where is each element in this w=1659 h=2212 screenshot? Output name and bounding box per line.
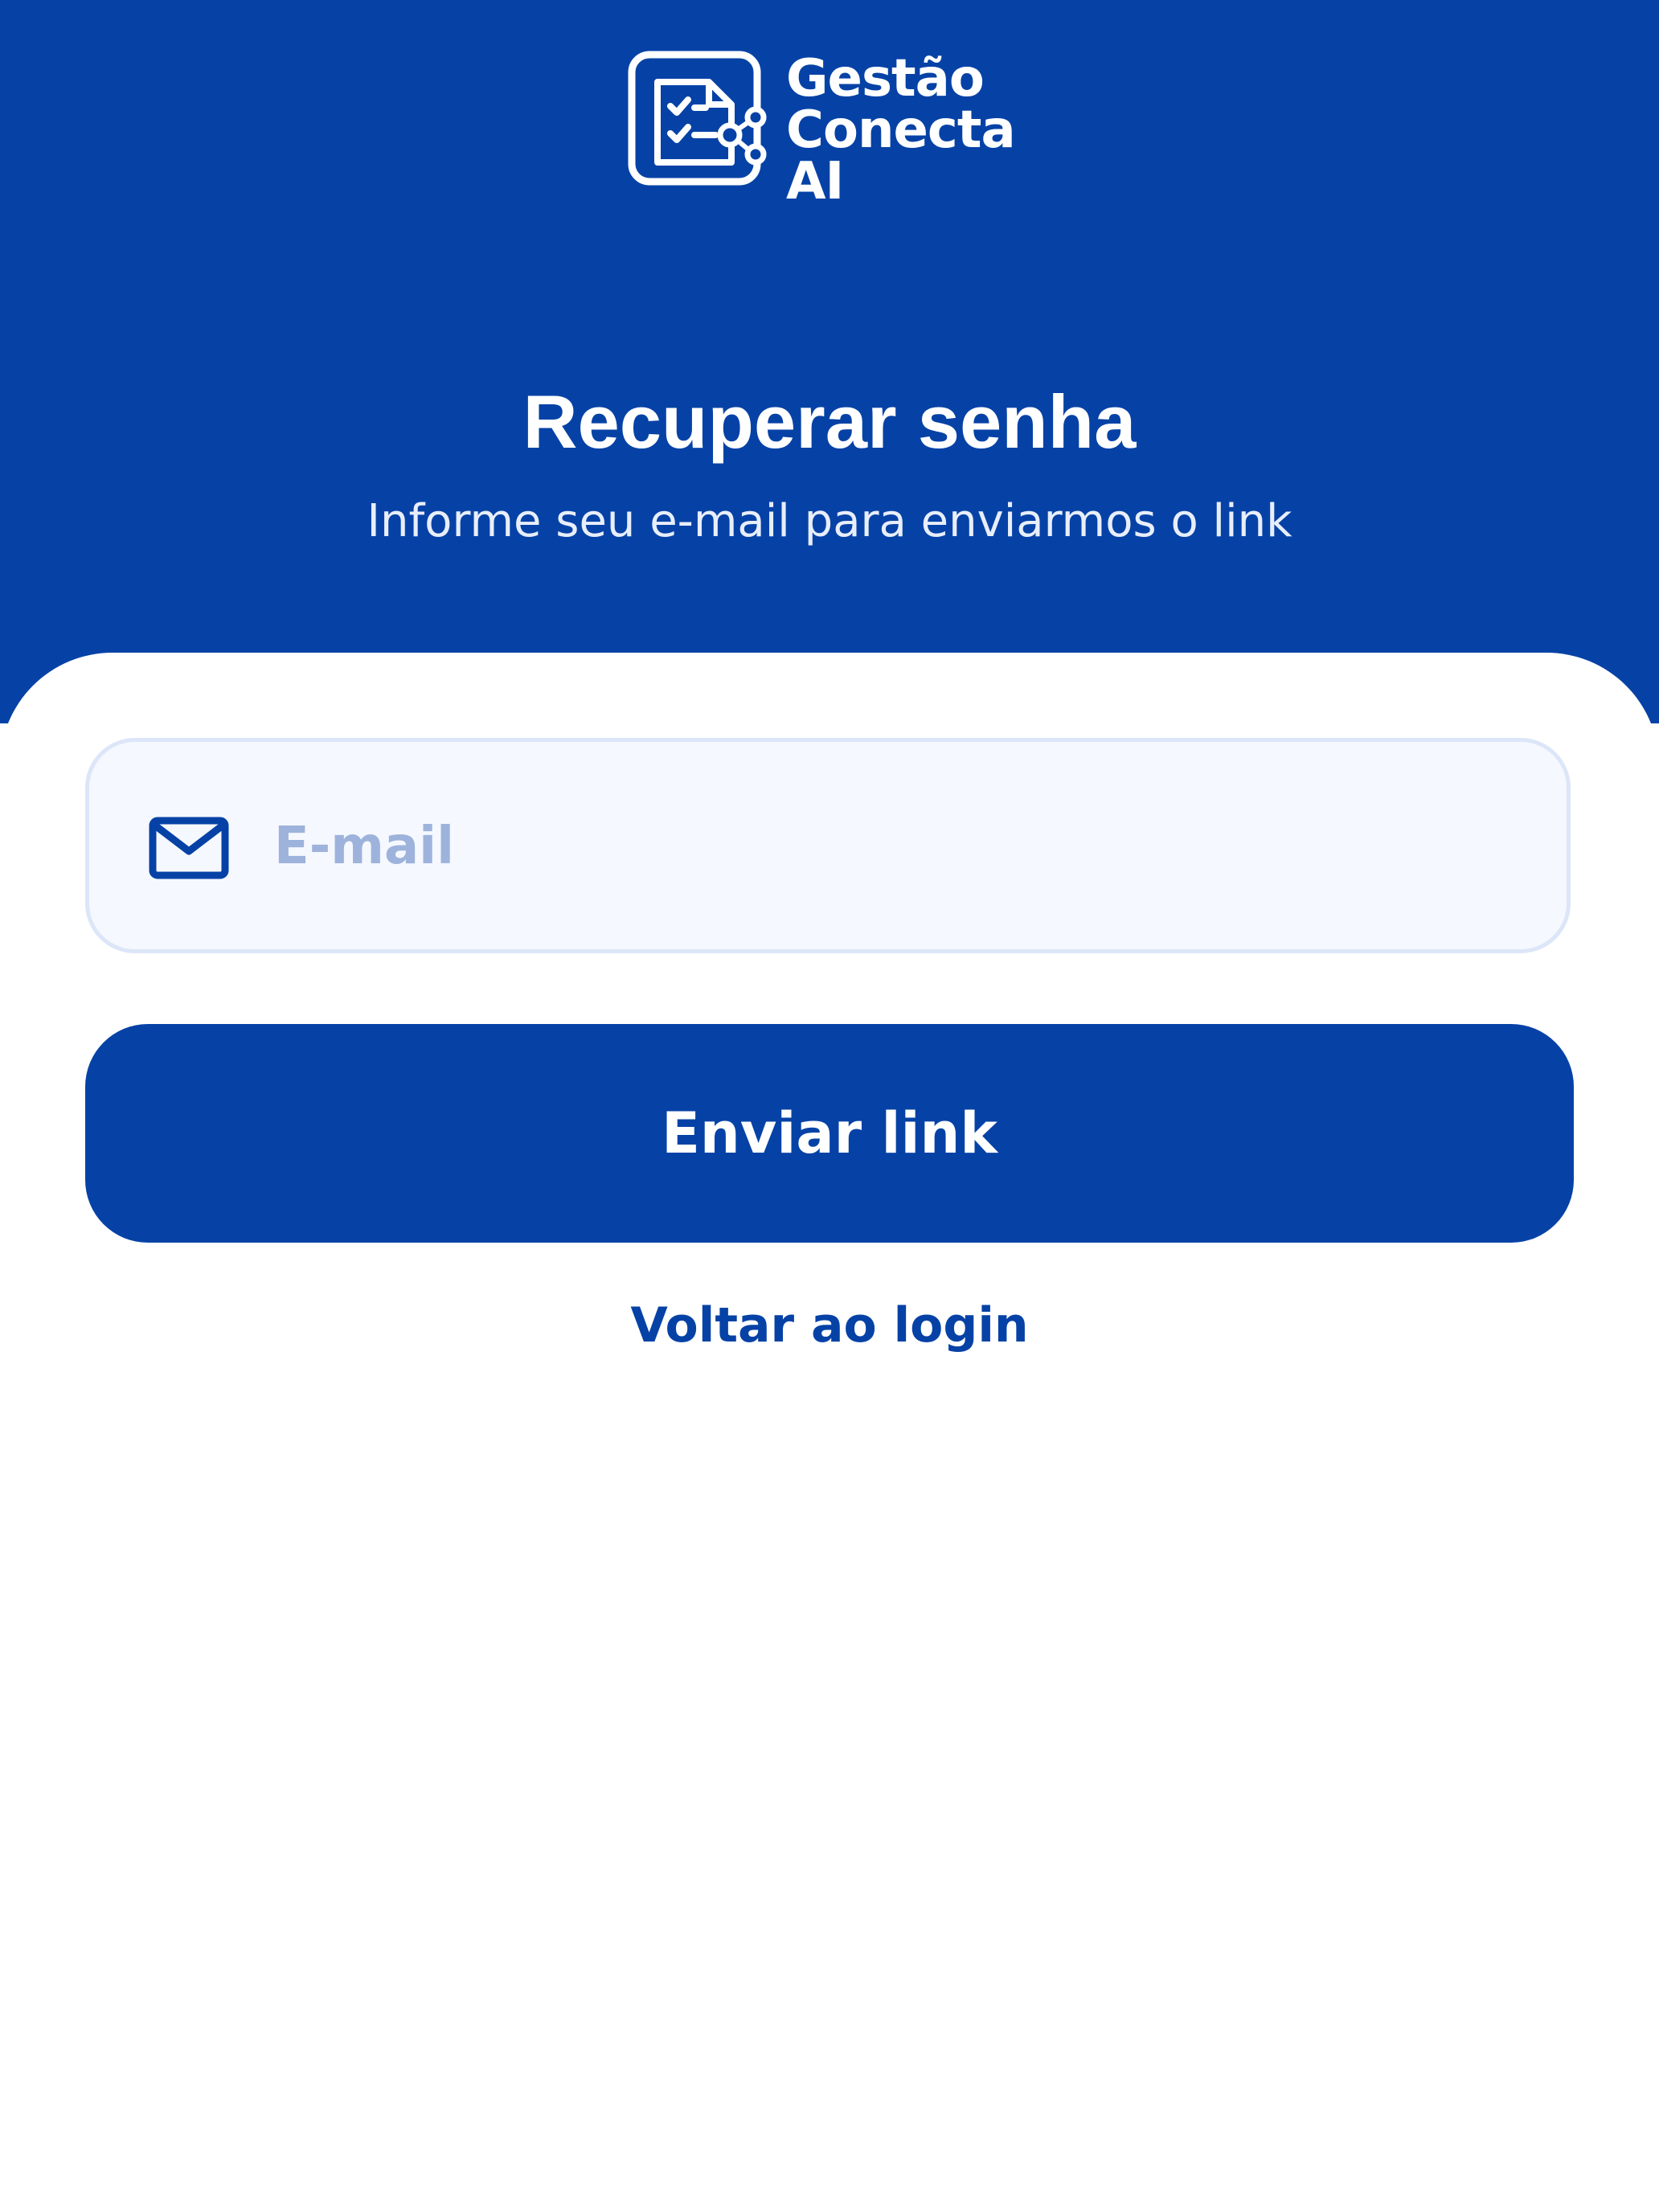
logo-line-1: Gestão: [786, 49, 985, 109]
page-title: Recuperar senha: [522, 379, 1137, 464]
email-field[interactable]: [85, 738, 1571, 953]
logo-line-3: AI: [786, 152, 844, 211]
back-to-login-link[interactable]: Voltar ao login: [630, 1297, 1028, 1354]
checklist-share-icon: [628, 51, 767, 186]
logo-wordmark: Gestão Conecta AI: [786, 49, 1016, 211]
app-logo: Gestão Conecta AI: [627, 50, 1045, 211]
back-to-login-container: Voltar ao login: [0, 1289, 1659, 1362]
page-subtitle: Informe seu e-mail para enviarmos o link: [367, 495, 1292, 547]
logo-line-2: Conecta: [786, 100, 1016, 160]
header-banner: Gestão Conecta AI Recuperar senha Inform…: [0, 0, 1659, 723]
mail-icon: [149, 817, 229, 879]
send-link-button[interactable]: Enviar link: [85, 1024, 1574, 1243]
email-input[interactable]: [274, 790, 1528, 903]
